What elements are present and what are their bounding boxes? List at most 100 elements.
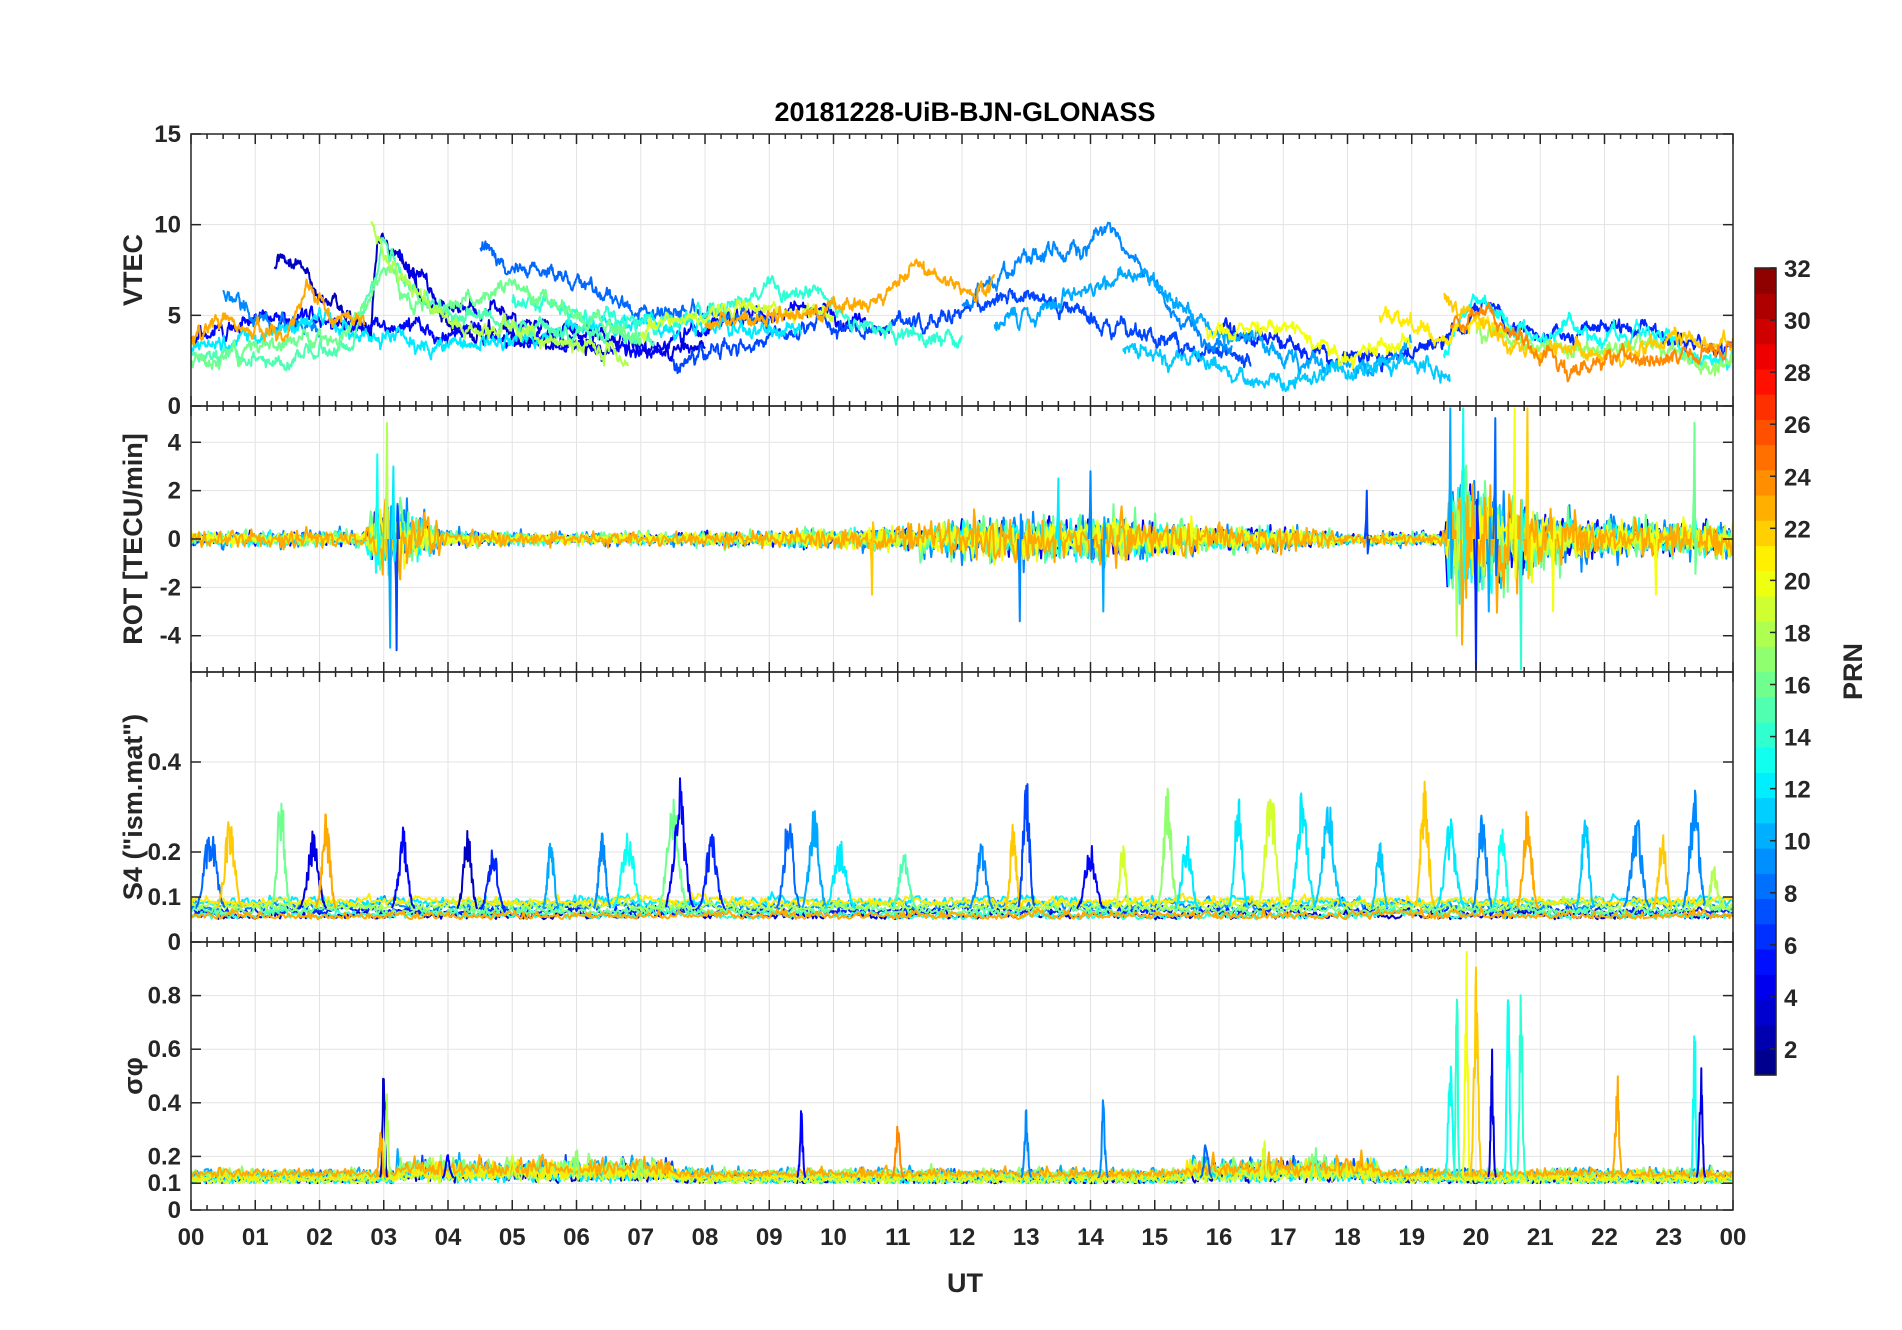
s4-burst-prn-10 — [801, 810, 828, 909]
s4-burst-prn-22 — [215, 821, 244, 909]
x-tick-label: 10 — [820, 1224, 847, 1251]
colorbar-segment — [1755, 772, 1776, 799]
x-tick-label: 01 — [242, 1224, 269, 1251]
colorbar-tick-label: 16 — [1784, 673, 1811, 700]
s4-burst-prn-5 — [390, 826, 416, 909]
colorbar-segment — [1755, 974, 1776, 1000]
colorbar-segment — [1755, 747, 1776, 773]
s4-burst-prn-11 — [1313, 806, 1344, 908]
x-tick-label: 04 — [435, 1224, 462, 1251]
x-tick-label: 19 — [1398, 1224, 1425, 1251]
colorbar-segment — [1755, 520, 1776, 547]
x-tick-label: 23 — [1655, 1224, 1682, 1251]
colorbar-segment — [1755, 696, 1776, 723]
x-tick-label: 20 — [1463, 1224, 1490, 1251]
sigma-bump-prn-4 — [1695, 1067, 1707, 1178]
colorbar-segment — [1755, 822, 1776, 849]
colorbar-segment — [1755, 848, 1776, 874]
colorbar-tick-label: 2 — [1784, 1037, 1797, 1064]
x-tick-labels: 00 01 02 03 04 05 06 07 08 09 10 11 12 13 14 15 16 17 18 19… — [178, 1224, 1747, 1251]
y-axis-label: VTEC — [118, 234, 148, 306]
colorbar-tick-label: 10 — [1784, 829, 1811, 856]
colorbar-segment — [1755, 545, 1776, 572]
colorbar-segment — [1755, 646, 1776, 673]
s4-burst-prn-13 — [1491, 828, 1513, 909]
colorbar-segment — [1755, 898, 1776, 925]
s4-burst-prn-22 — [1004, 823, 1023, 910]
x-tick-label: 17 — [1270, 1224, 1297, 1251]
s4-burst-prn-9 — [1622, 819, 1651, 908]
y-axis-label: σφ — [118, 1057, 148, 1095]
y-tick-label: 0 — [168, 1197, 181, 1224]
colorbar-segment — [1755, 923, 1776, 950]
x-tick-label: 18 — [1334, 1224, 1361, 1251]
colorbar-segment — [1755, 570, 1776, 597]
s4-burst-prn-12 — [1288, 792, 1317, 908]
x-tick-label: 08 — [692, 1224, 719, 1251]
panel-2: -4 -2 0 2 4 ROT [TECU/min] — [118, 405, 1734, 673]
y-tick-label: -2 — [160, 574, 181, 601]
x-tick-label: 03 — [370, 1224, 397, 1251]
y-tick-label: 0.6 — [148, 1036, 181, 1063]
y-tick-label: 0 — [168, 929, 181, 956]
s4-burst-prn-9 — [1471, 814, 1494, 909]
x-tick-label: 14 — [1077, 1224, 1104, 1251]
y-tick-label: 0.4 — [148, 1090, 182, 1117]
colorbar-tick-label: 26 — [1784, 412, 1811, 439]
colorbar-tick-label: 30 — [1784, 308, 1811, 335]
y-tick-label: 4 — [168, 429, 182, 456]
y-tick-label: 0.4 — [148, 749, 182, 776]
colorbar-segment — [1755, 721, 1776, 748]
x-tick-label: 00 — [1720, 1224, 1747, 1251]
y-tick-label: 0.1 — [148, 884, 181, 911]
colorbar-tick-label: 24 — [1784, 464, 1811, 491]
x-tick-label: 15 — [1141, 1224, 1168, 1251]
s4-burst-prn-8 — [775, 823, 801, 909]
y-tick-label: 10 — [154, 212, 181, 239]
s4-burst-prn-23 — [314, 813, 337, 909]
y-tick-label: 0 — [168, 393, 181, 420]
x-tick-label: 16 — [1206, 1224, 1233, 1251]
x-tick-label: 00 — [178, 1224, 205, 1251]
sigma-bump-prn-20 — [1461, 950, 1472, 1177]
y-tick-label: 5 — [168, 302, 181, 329]
panel-3: 0 0.1 0.2 0.4S4 ("ism.mat") — [118, 671, 1734, 956]
colorbar-segment — [1755, 394, 1776, 420]
y-tick-label: 0.1 — [148, 1170, 181, 1197]
x-tick-label: 22 — [1591, 1224, 1618, 1251]
panel-4: 00.10.2 0.4 0.6 0.8 σφ — [118, 941, 1734, 1224]
colorbar-segment — [1755, 318, 1776, 345]
sigma-bump-prn-13 — [1502, 999, 1514, 1177]
s4-burst-prn-9 — [1681, 789, 1707, 908]
colorbar-segment — [1755, 999, 1776, 1026]
s4-burst-prn-12 — [1435, 818, 1466, 909]
colorbar-segment — [1755, 419, 1776, 446]
colorbar-tick-label: 28 — [1784, 360, 1811, 387]
s4-burst-prn-18 — [1703, 866, 1725, 911]
colorbar-tick-label: 12 — [1784, 777, 1811, 804]
rot-spike-prn-16 — [1691, 421, 1698, 575]
x-tick-label: 13 — [1013, 1224, 1040, 1251]
colorbar-segment — [1755, 948, 1776, 975]
colorbar-segment — [1755, 1049, 1776, 1076]
y-tick-label: 0.8 — [148, 983, 181, 1010]
s4-burst-prn-10 — [541, 842, 560, 910]
rot-spike-prn-9 — [1016, 513, 1024, 623]
x-tick-label: 21 — [1527, 1224, 1554, 1251]
colorbar-tick-label: 14 — [1784, 725, 1811, 752]
s4-burst-prn-19 — [1257, 798, 1284, 908]
colorbar-tick-label: 22 — [1784, 516, 1811, 543]
colorbar-segment — [1755, 444, 1776, 471]
sigma-bump-prn-4 — [1487, 1048, 1497, 1178]
colorbar-segment — [1755, 595, 1776, 622]
y-tick-label: 15 — [154, 121, 181, 148]
y-tick-label: 0 — [168, 526, 181, 553]
colorbar-segment — [1755, 268, 1776, 294]
colorbar-segment — [1755, 469, 1776, 496]
y-axis-label: S4 ("ism.mat") — [118, 714, 148, 900]
colorbar-segment — [1755, 343, 1776, 370]
colorbar-tick-label: 4 — [1784, 985, 1798, 1012]
colorbar-label: PRN — [1838, 643, 1868, 700]
y-tick-label: 0.2 — [148, 1143, 181, 1170]
s4-burst-prn-19 — [1113, 845, 1132, 909]
